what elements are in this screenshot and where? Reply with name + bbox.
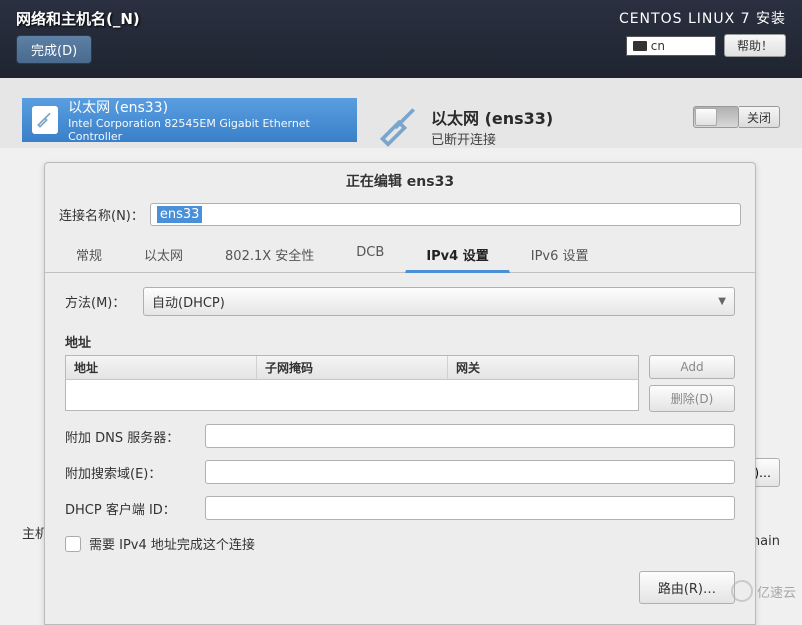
settings-tabs: 常规 以太网 802.1X 安全性 DCB IPv4 设置 IPv6 设置 [45, 238, 755, 273]
connection-name-label: 连接名称(N)： [59, 205, 144, 224]
dns-input[interactable] [205, 424, 735, 448]
require-ipv4-checkbox[interactable] [65, 536, 81, 552]
address-section-label: 地址 [65, 332, 735, 351]
network-device-item[interactable]: 以太网 (ens33) Intel Corporation 82545EM Gi… [22, 98, 357, 142]
add-address-button[interactable]: Add [649, 355, 735, 379]
device-subtitle: Intel Corporation 82545EM Gigabit Ethern… [68, 117, 347, 143]
col-gateway: 网关 [448, 356, 638, 379]
ipv4-settings-panel: 方法(M)： 自动(DHCP) ▼ 地址 地址 子网掩码 网关 Add 删除(D… [45, 273, 755, 604]
connection-name-input[interactable]: ens33 [150, 203, 741, 226]
col-address: 地址 [66, 356, 257, 379]
keyboard-layout-selector[interactable]: cn [626, 36, 716, 56]
dhcp-client-id-label: DHCP 客户端 ID： [65, 499, 197, 518]
cloud-icon [731, 580, 753, 602]
tab-ethernet[interactable]: 以太网 [123, 238, 204, 273]
edit-connection-dialog: 正在编辑 ens33 连接名称(N)： ens33 常规 以太网 802.1X … [44, 162, 756, 625]
toggle-knob [695, 108, 717, 126]
ethernet-icon [32, 106, 58, 134]
watermark: 亿速云 [731, 580, 796, 602]
detail-title: 以太网 (ens33) [431, 105, 553, 129]
method-value: 自动(DHCP) [152, 292, 225, 311]
page-title: 网络和主机名(_N) [16, 8, 140, 29]
connection-toggle[interactable]: 关闭 [693, 106, 780, 128]
tab-ipv6[interactable]: IPv6 设置 [510, 238, 610, 273]
search-domain-input[interactable] [205, 460, 735, 484]
toggle-switch[interactable] [693, 106, 739, 128]
require-ipv4-label: 需要 IPv4 地址完成这个连接 [89, 534, 255, 553]
network-device-list: 以太网 (ens33) Intel Corporation 82545EM Gi… [22, 98, 357, 142]
tab-dcb[interactable]: DCB [335, 238, 405, 273]
installer-header: 网络和主机名(_N) 完成(D) CENTOS LINUX 7 安装 cn 帮助… [0, 0, 802, 78]
connection-name-value: ens33 [157, 206, 203, 223]
dns-label: 附加 DNS 服务器： [65, 427, 197, 446]
watermark-text: 亿速云 [757, 582, 796, 601]
chevron-down-icon: ▼ [718, 296, 726, 307]
keyboard-layout-value: cn [651, 39, 665, 53]
done-button[interactable]: 完成(D) [16, 35, 92, 64]
ethernet-icon [377, 104, 421, 148]
search-domain-label: 附加搜索域(E)： [65, 463, 197, 482]
install-title: CENTOS LINUX 7 安装 [619, 8, 786, 28]
delete-address-button[interactable]: 删除(D) [649, 385, 735, 412]
tab-security[interactable]: 802.1X 安全性 [204, 238, 335, 273]
tab-general[interactable]: 常规 [55, 238, 123, 273]
method-label: 方法(M)： [65, 292, 133, 311]
dhcp-client-id-input[interactable] [205, 496, 735, 520]
address-table[interactable]: 地址 子网掩码 网关 [65, 355, 639, 411]
routes-button[interactable]: 路由(R)… [639, 571, 735, 604]
toggle-off-label: 关闭 [739, 106, 780, 128]
address-table-header: 地址 子网掩码 网关 [66, 356, 638, 380]
help-button[interactable]: 帮助！ [724, 34, 786, 57]
col-netmask: 子网掩码 [257, 356, 448, 379]
dialog-title: 正在编辑 ens33 [45, 163, 755, 199]
network-panel: 以太网 (ens33) Intel Corporation 82545EM Gi… [0, 78, 802, 148]
device-title: 以太网 (ens33) [68, 97, 347, 117]
tab-ipv4[interactable]: IPv4 设置 [405, 238, 509, 273]
method-select[interactable]: 自动(DHCP) ▼ [143, 287, 735, 316]
detail-status: 已断开连接 [431, 129, 553, 148]
network-device-detail: 以太网 (ens33) 已断开连接 [377, 104, 693, 148]
keyboard-icon [633, 41, 647, 51]
